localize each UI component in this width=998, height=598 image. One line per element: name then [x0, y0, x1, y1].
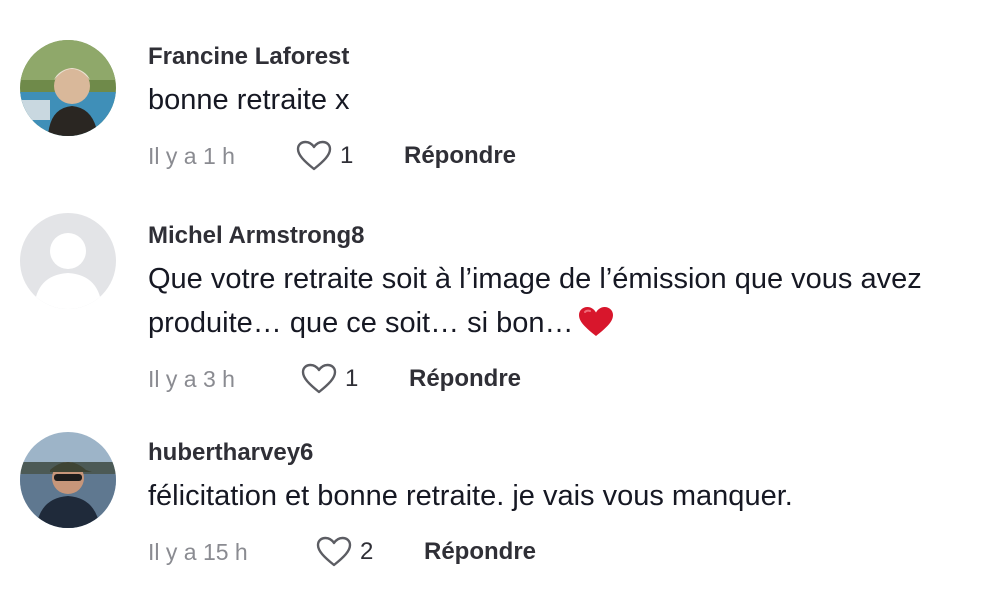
reply-button[interactable]: Répondre [424, 538, 536, 566]
user-avatar[interactable] [20, 40, 116, 136]
comment-text-content: Que votre retraite soit à l’image de l’é… [148, 263, 922, 339]
avatar-photo-icon [20, 40, 116, 136]
avatar-photo-icon [20, 432, 116, 528]
comment-username[interactable]: hubertharvey6 [148, 438, 978, 468]
reply-button[interactable]: Répondre [409, 365, 521, 393]
heart-outline-icon [296, 140, 332, 171]
comment-time: Il y a 1 h [148, 142, 235, 169]
like-count: 2 [360, 538, 374, 565]
comment-username[interactable]: Francine Laforest [148, 42, 978, 72]
comment-text: félicitation et bonne retraite. je vais … [148, 480, 793, 512]
comment-text: Que votre retraite soit à l’image de l’é… [148, 257, 978, 345]
comment-time: Il y a 3 h [148, 365, 235, 392]
like-count: 1 [345, 365, 359, 392]
comment-meta: Il y a 15 h 2 Répondre [148, 532, 978, 572]
user-avatar[interactable] [20, 432, 116, 528]
comment-meta: Il y a 1 h 1 Répondre [148, 136, 978, 176]
like-count: 1 [340, 142, 354, 169]
heart-outline-icon [301, 363, 337, 394]
comment-meta: Il y a 3 h 1 Répondre [148, 359, 978, 399]
user-avatar[interactable] [20, 213, 116, 309]
like-button[interactable]: 2 [316, 536, 424, 568]
reply-button[interactable]: Répondre [404, 142, 516, 170]
comment-username[interactable]: Michel Armstrong8 [148, 221, 978, 251]
comment-time: Il y a 15 h [148, 538, 248, 565]
comment-text: bonne retraite x [148, 84, 350, 116]
default-avatar-silhouette-icon [20, 213, 116, 309]
like-button[interactable]: 1 [301, 363, 409, 395]
red-heart-emoji-icon [578, 307, 613, 336]
like-button[interactable]: 1 [296, 140, 404, 172]
heart-outline-icon [316, 536, 352, 567]
